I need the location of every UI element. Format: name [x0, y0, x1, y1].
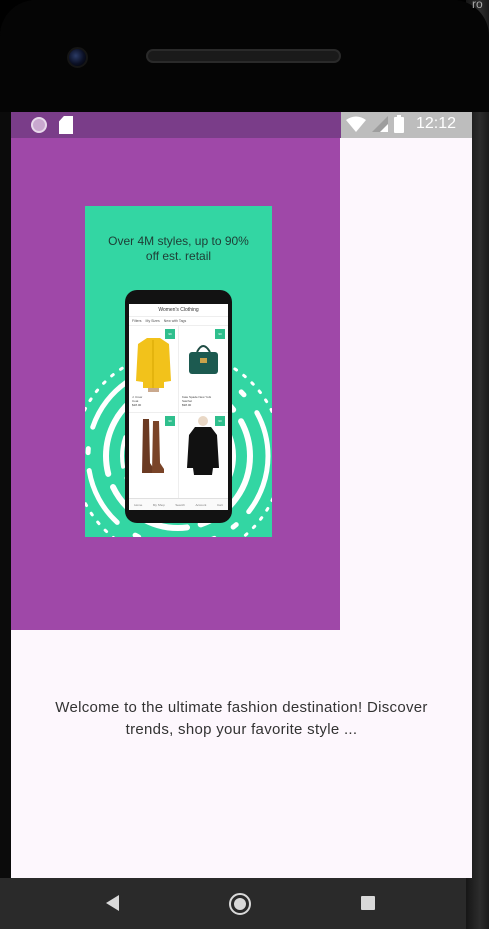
- status-clock: 12:12: [415, 115, 456, 132]
- wifi-icon: [345, 116, 366, 132]
- recent-apps-icon[interactable]: [361, 896, 375, 910]
- mini-filter: New with Tags: [163, 319, 187, 323]
- mini-caption: J. Crew Coat $28.00: [132, 395, 143, 407]
- back-icon[interactable]: [106, 895, 119, 911]
- signal-icon: [371, 116, 388, 132]
- battery-icon: [393, 115, 404, 133]
- top-bezel: [0, 0, 489, 112]
- status-icons-left: [31, 116, 73, 134]
- mini-app-title: Women's Clothing: [129, 304, 228, 317]
- welcome-text: Welcome to the ultimate fashion destinat…: [55, 699, 428, 738]
- mini-product-sweater: 90: [179, 413, 228, 499]
- promo-headline: Over 4M styles, up to 90% off est. retai…: [108, 234, 249, 263]
- mini-badge: 90: [165, 416, 175, 426]
- mini-product-coat: 99 J. Crew Coat $28.00: [129, 326, 178, 412]
- status-bar: 12:12: [11, 112, 472, 138]
- mini-product-bag: 90 Kate Spade New York Satchel $98.00: [179, 326, 228, 412]
- mini-filter: My Sizes: [145, 319, 160, 323]
- mini-product-grid: 99 J. Crew Coat $28.00 90 Kate Spade New…: [129, 326, 228, 499]
- app-screen: 12:12 Over 4M styles, up to 90% off est.…: [11, 112, 472, 878]
- earpiece-speaker: [146, 49, 341, 63]
- mini-badge: 99: [165, 329, 175, 339]
- mini-filter: Filters: [132, 319, 142, 323]
- mini-phone-screen: Women's Clothing Filters My Sizes New wi…: [129, 304, 228, 510]
- status-icons-right: 12:12: [345, 115, 456, 133]
- sd-card-icon: [59, 116, 73, 134]
- device-frame: ro 12:12 Over 4M styles, up to 90% off e…: [0, 0, 489, 929]
- corner-text: ro: [472, 0, 483, 11]
- mini-filters: Filters My Sizes New with Tags: [129, 317, 228, 326]
- mini-bottom-nav: Home My Shop Search Account Cart: [129, 498, 228, 510]
- promo-image: Over 4M styles, up to 90% off est. retai…: [85, 206, 272, 537]
- home-icon[interactable]: [229, 893, 251, 915]
- hero-banner: Over 4M styles, up to 90% off est. retai…: [11, 138, 340, 630]
- mini-product-boots: 90: [129, 413, 178, 499]
- mini-badge: 90: [215, 329, 225, 339]
- notification-dot-icon: [31, 117, 47, 133]
- system-nav-bar: [0, 878, 466, 929]
- mini-phone: Women's Clothing Filters My Sizes New wi…: [125, 290, 232, 523]
- mini-badge: 90: [215, 416, 225, 426]
- mini-caption: Kate Spade New York Satchel $98.00: [182, 395, 212, 407]
- front-camera-icon: [67, 47, 88, 68]
